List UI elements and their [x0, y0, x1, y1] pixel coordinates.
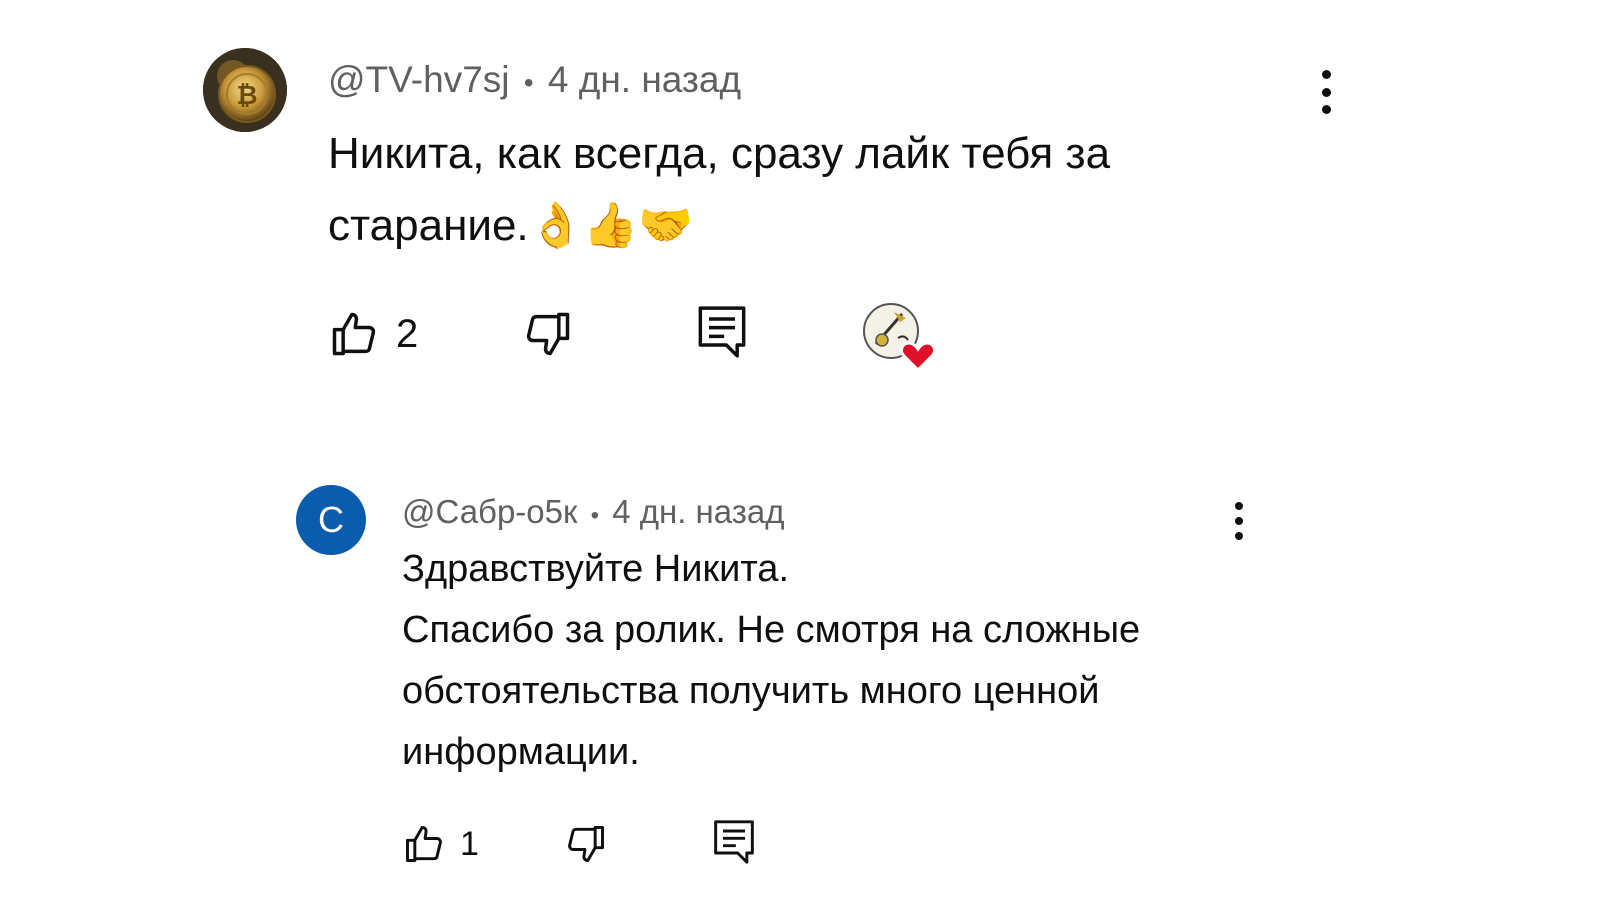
author-handle[interactable]: @TV-hv7sj [328, 59, 510, 100]
author-avatar[interactable]: ₿ [203, 48, 287, 132]
author-avatar[interactable]: С [296, 485, 366, 555]
svg-text:₿: ₿ [236, 81, 257, 111]
bitcoin-coin-icon: ₿ [203, 48, 287, 132]
kebab-dot-icon [1235, 502, 1243, 510]
comment-meta: @TV-hv7sj • 4 дн. назад [328, 58, 741, 105]
creator-heart-badge [862, 300, 936, 372]
avatar-letter: С [318, 499, 344, 540]
meta-separator: • [523, 67, 534, 98]
like-count: 1 [460, 824, 479, 863]
timestamp[interactable]: 4 дн. назад [548, 59, 741, 100]
kebab-dot-icon [1235, 517, 1243, 525]
timestamp[interactable]: 4 дн. назад [612, 493, 784, 530]
dislike-button[interactable] [564, 820, 608, 868]
like-button[interactable]: 2 [328, 306, 418, 362]
kebab-dot-icon [1321, 70, 1331, 79]
more-options-button[interactable] [1232, 502, 1246, 540]
thumbs-down-icon [568, 826, 604, 862]
thumbs-up-icon [332, 312, 376, 356]
thumbs-down-icon [526, 312, 570, 356]
reply-comment-icon [714, 820, 754, 864]
dislike-button[interactable] [522, 306, 574, 362]
like-count: 2 [396, 311, 419, 356]
comment-2: С @Сабр-о5к • 4 дн. назад Здравствуйте Н… [0, 470, 1600, 900]
author-handle[interactable]: @Сабр-о5к [402, 493, 577, 530]
comment-meta: @Сабр-о5к • 4 дн. назад [402, 492, 785, 536]
kebab-dot-icon [1321, 87, 1331, 97]
comment-1: ₿ @TV-hv7sj • 4 дн. назад Никита, как вс… [0, 0, 1600, 430]
reply-button[interactable] [696, 302, 748, 362]
thumbs-up-icon [406, 826, 442, 862]
meta-separator: • [590, 502, 600, 529]
like-button[interactable]: 1 [402, 820, 479, 868]
more-options-button[interactable] [1318, 70, 1334, 114]
comment-text: Никита, как всегда, сразу лайк тебя за с… [328, 129, 1111, 250]
reply-comment-icon [698, 306, 746, 358]
creator-heart-icon [863, 303, 936, 372]
reply-button[interactable] [712, 816, 756, 868]
kebab-dot-icon [1321, 105, 1331, 114]
comment-text: Здравствуйте Никита. Спасибо за ролик. Н… [402, 548, 1141, 773]
